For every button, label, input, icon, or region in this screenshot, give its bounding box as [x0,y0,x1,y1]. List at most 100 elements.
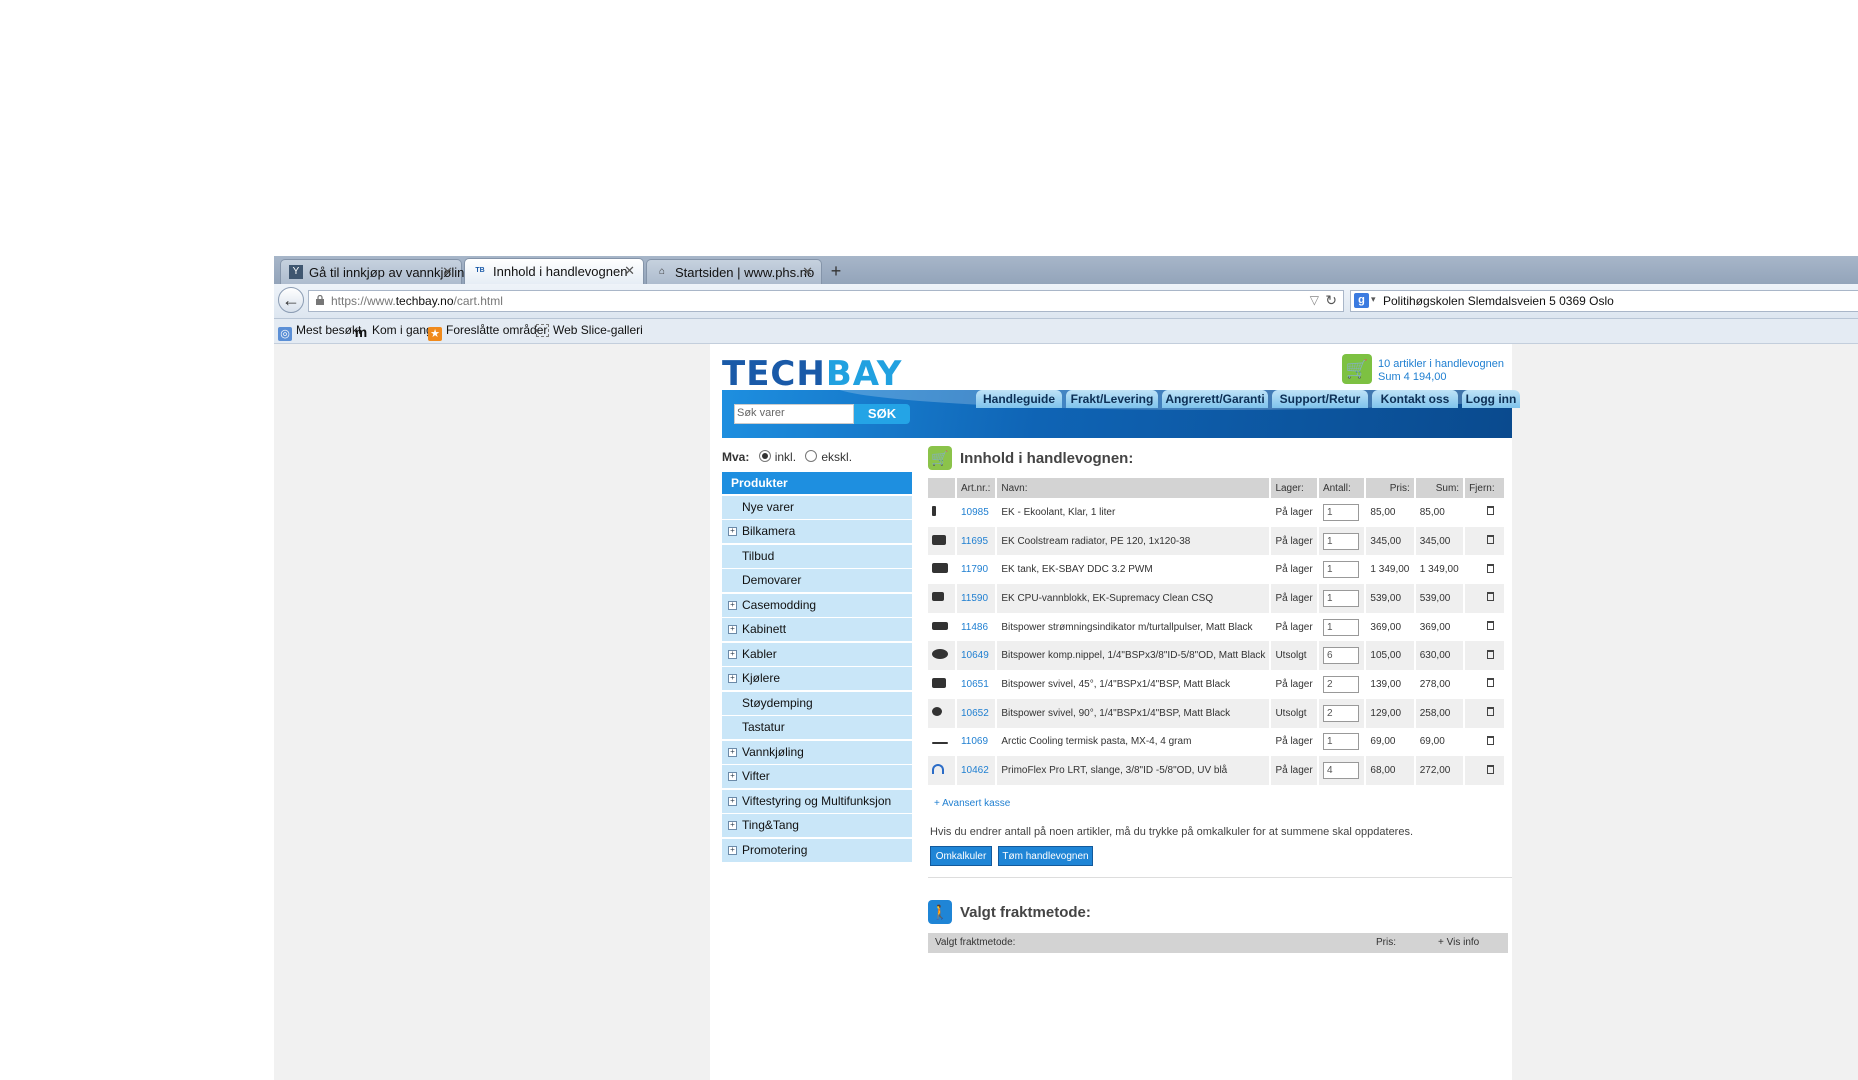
vat-excl-radio[interactable] [805,450,818,462]
product-thumbnail[interactable] [928,612,957,642]
expand-plus-icon[interactable]: + [728,845,737,855]
nav-tab-logg-inn[interactable]: Logg inn [1462,390,1520,408]
quantity-input[interactable] [1322,647,1359,665]
recalculate-button[interactable]: Omkalkuler [930,846,992,866]
article-number-link[interactable]: 10462 [955,756,998,785]
sidebar-item[interactable]: Tastatur [722,716,912,739]
product-thumbnail-icon[interactable] [932,707,942,717]
tab-handlevognen[interactable]: TB Innhold i handlevognen ✕ [464,258,644,284]
product-thumbnail-icon[interactable] [932,592,944,602]
trash-icon[interactable] [1487,735,1495,745]
quantity-input[interactable] [1322,618,1359,636]
expand-plus-icon[interactable]: + [728,796,737,806]
expand-plus-icon[interactable]: + [728,527,737,536]
product-thumbnail[interactable] [928,756,957,785]
search-bar[interactable]: g ▾ Politihøgskolen Slemdalsveien 5 0369… [1350,290,1858,312]
bookmark-kom-i-gang[interactable]: m Kom i gang [354,323,433,339]
article-number-link[interactable]: 11790 [955,555,998,585]
trash-icon[interactable] [1487,764,1495,774]
quantity-input[interactable] [1322,733,1359,751]
sidebar-item[interactable]: Demovarer [722,569,912,592]
search-engine-dropdown-icon[interactable]: ▾ [1371,294,1376,305]
reload-icon[interactable]: ↻ [1325,292,1337,309]
article-number-link[interactable]: 10649 [955,641,998,671]
sidebar-item[interactable]: + Vannkjøling [722,740,912,764]
advanced-checkout-link[interactable]: + Avansert kasse [934,798,1010,809]
empty-cart-button[interactable]: Tøm handlevognen [998,846,1093,866]
article-number-link[interactable]: 10651 [955,670,998,699]
sidebar-item[interactable]: + Viftestyring og Multifunksjon [722,789,912,813]
shipping-info-toggle[interactable]: + Vis info [1438,937,1479,948]
product-thumbnail[interactable] [928,555,957,585]
trash-icon[interactable] [1487,678,1495,688]
product-thumbnail-icon[interactable] [932,563,948,574]
product-thumbnail-icon[interactable] [932,621,948,630]
sidebar-item[interactable]: + Promotering [722,838,912,862]
product-thumbnail[interactable] [928,498,957,527]
article-number-link[interactable]: 11695 [955,526,998,556]
trash-icon[interactable] [1487,649,1495,659]
sidebar-item[interactable]: Nye varer [722,495,912,519]
nav-tab-support[interactable]: Support/Retur [1272,390,1368,408]
expand-plus-icon[interactable]: + [728,821,737,830]
nav-tab-kontakt[interactable]: Kontakt oss [1372,390,1458,408]
expand-plus-icon[interactable]: + [728,625,737,634]
product-thumbnail-icon[interactable] [932,677,946,688]
quantity-input[interactable] [1322,532,1359,550]
url-dropdown-icon[interactable]: ▽ [1310,293,1319,307]
google-icon[interactable]: g [1354,293,1369,308]
expand-plus-icon[interactable]: + [728,772,737,781]
cart-sum[interactable]: Sum 4 194,00 [1378,371,1447,383]
quantity-input[interactable] [1322,503,1359,521]
sidebar-head-produkter[interactable]: Produkter [722,472,912,494]
cart-count[interactable]: 10 artikler i handlevognen [1378,358,1504,370]
article-number-link[interactable]: 10652 [955,698,998,728]
sidebar-item[interactable]: + Kabinett [722,618,912,641]
vat-incl-radio[interactable] [758,450,771,462]
quantity-input[interactable] [1322,589,1359,607]
product-thumbnail-icon[interactable] [932,649,948,660]
sidebar-item[interactable]: + Casemodding [722,593,912,617]
trash-icon[interactable] [1487,621,1495,631]
tab-phs[interactable]: ⌂ Startsiden | www.phs.no ✕ [646,259,822,284]
nav-tab-handleguide[interactable]: Handleguide [976,390,1062,408]
nav-tab-frakt[interactable]: Frakt/Levering [1066,390,1158,408]
product-thumbnail[interactable] [928,584,957,613]
trash-icon[interactable] [1487,707,1495,717]
sidebar-item[interactable]: + Vifter [722,765,912,788]
quantity-input[interactable] [1322,704,1359,722]
quantity-input[interactable] [1322,561,1359,579]
sidebar-item[interactable]: + Kabler [722,642,912,666]
product-thumbnail-icon[interactable] [932,534,946,545]
new-tab-button[interactable]: + [824,260,848,282]
trash-icon[interactable] [1487,506,1495,516]
sidebar-item[interactable]: + Ting&Tang [722,814,912,837]
url-bar[interactable]: https://www.techbay.no/cart.html ▽ ↻ [308,290,1344,312]
close-icon[interactable]: ✕ [624,263,635,279]
bookmark-mest-besokt[interactable]: ◎ Mest besøkt [278,323,361,341]
product-thumbnail-icon[interactable] [932,764,944,775]
sidebar-item[interactable]: Støydemping [722,691,912,715]
product-thumbnail[interactable] [928,526,957,556]
article-number-link[interactable]: 10985 [955,498,998,527]
trash-icon[interactable] [1487,592,1495,602]
expand-plus-icon[interactable]: + [728,747,737,757]
close-icon[interactable]: ✕ [442,264,453,280]
product-thumbnail[interactable] [928,641,957,671]
sidebar-item[interactable]: + Bilkamera [722,520,912,543]
expand-plus-icon[interactable]: + [728,600,737,610]
bookmark-foreslatte-omrader[interactable]: ★ Foreslåtte områder [428,323,547,341]
quantity-input[interactable] [1322,675,1359,693]
product-thumbnail-icon[interactable] [932,505,936,516]
bookmark-web-slice-galleri[interactable]: Web Slice-galleri [536,323,643,337]
cart-icon[interactable]: 🛒 [1342,354,1372,384]
tab-vannkjoling[interactable]: Y Gå til innkjøp av vannkjølin... ✕ [280,259,475,284]
back-button[interactable]: ← [278,287,304,313]
techbay-logo[interactable]: TECHBAY [722,354,902,394]
sidebar-item[interactable]: + Kjølere [722,667,912,690]
trash-icon[interactable] [1487,535,1495,545]
product-thumbnail[interactable] [928,727,957,757]
article-number-link[interactable]: 11590 [955,584,998,613]
search-button[interactable]: SØK [854,404,910,424]
article-number-link[interactable]: 11069 [955,727,998,757]
